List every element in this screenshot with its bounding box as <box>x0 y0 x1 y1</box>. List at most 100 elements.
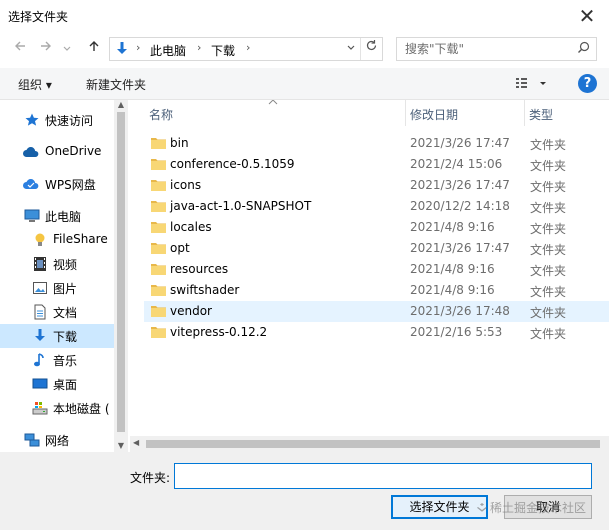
table-row[interactable]: opt 2021/3/26 17:47 文件夹 <box>144 238 609 259</box>
folder-icon <box>151 284 166 296</box>
file-list: 名称 修改日期 类型 bin 2021/3/26 17:47 文件夹 conferen… <box>130 100 609 452</box>
close-icon[interactable]: ✕ <box>575 4 599 28</box>
juejin-logo-icon <box>476 502 488 517</box>
table-row[interactable]: conference-0.5.1059 2021/2/4 15:06 文件夹 <box>144 154 609 175</box>
file-date: 2020/12/2 14:18 <box>410 199 510 213</box>
sidebar-item-quick-access[interactable]: 快速访问 <box>0 108 114 132</box>
table-row[interactable]: icons 2021/3/26 17:47 文件夹 <box>144 175 609 196</box>
sidebar-item-pictures[interactable]: 图片 <box>0 276 114 300</box>
sidebar-scrollbar[interactable]: ▲ ▼ <box>114 100 128 452</box>
breadcrumb-separator: › <box>246 41 251 54</box>
scroll-up-icon[interactable]: ▲ <box>114 100 128 109</box>
sidebar-item-onedrive[interactable]: OneDrive <box>0 140 114 164</box>
breadcrumb-downloads[interactable]: 下载 <box>211 42 235 59</box>
toolbar: 组织 ▾ 新建文件夹 ? <box>0 68 609 100</box>
file-date: 2021/2/16 5:53 <box>410 325 503 339</box>
chevron-down-icon[interactable] <box>60 38 74 60</box>
sidebar-item-videos[interactable]: 视频 <box>0 252 114 276</box>
file-date: 2021/3/26 17:47 <box>410 136 510 150</box>
sidebar-item-music[interactable]: 音乐 <box>0 348 114 372</box>
breadcrumb-separator: › <box>136 41 141 54</box>
sidebar-item-wps-cloud[interactable]: WPS网盘 <box>0 172 114 196</box>
folder-name-input[interactable] <box>174 463 592 489</box>
star-icon <box>24 112 40 128</box>
file-name: conference-0.5.1059 <box>170 157 295 171</box>
title-bar: 选择文件夹 ✕ <box>0 0 609 32</box>
folder-icon <box>151 305 166 317</box>
file-type: 文件夹 <box>530 138 567 152</box>
search-box[interactable] <box>396 37 597 61</box>
file-type: 文件夹 <box>530 327 567 341</box>
select-folder-button[interactable]: 选择文件夹 <box>391 495 488 519</box>
table-row[interactable]: vendor 2021/3/26 17:48 文件夹 <box>144 301 609 322</box>
file-date: 2021/3/26 17:48 <box>410 304 510 318</box>
table-row[interactable]: vitepress-0.12.2 2021/2/16 5:53 文件夹 <box>144 322 609 343</box>
sidebar-item-this-pc[interactable]: 此电脑 <box>0 204 114 228</box>
file-name: icons <box>170 178 202 192</box>
sidebar-item-local-disk[interactable]: 本地磁盘 ( <box>0 396 114 420</box>
scroll-thumb[interactable] <box>117 112 125 432</box>
breadcrumb-this-pc[interactable]: 此电脑 <box>150 42 186 59</box>
file-date: 2021/3/26 17:47 <box>410 178 510 192</box>
folder-icon <box>151 326 166 338</box>
arrow-up-icon[interactable] <box>84 38 104 60</box>
sidebar-item-fileshare[interactable]: FileShare <box>0 228 114 252</box>
file-type: 文件夹 <box>530 180 567 194</box>
folder-icon <box>151 242 166 254</box>
view-list-icon <box>516 78 546 88</box>
file-type: 文件夹 <box>530 285 567 299</box>
view-options-button[interactable] <box>514 74 550 94</box>
film-icon <box>32 256 48 272</box>
sidebar-item-desktop[interactable]: 桌面 <box>0 372 114 396</box>
chevron-down-icon[interactable] <box>346 42 356 55</box>
search-icon[interactable] <box>577 41 590 58</box>
help-icon[interactable]: ? <box>578 74 597 93</box>
navigation-bar: › 此电脑 › 下载 › <box>0 34 609 64</box>
disk-icon <box>32 400 48 416</box>
sort-ascending-icon <box>268 100 278 108</box>
file-type: 文件夹 <box>530 222 567 236</box>
download-icon <box>114 41 130 60</box>
sidebar-item-network[interactable]: 网络 <box>0 428 114 452</box>
arrow-right-icon[interactable] <box>36 38 56 60</box>
refresh-icon[interactable] <box>360 38 382 60</box>
table-row[interactable]: java-act-1.0-SNAPSHOT 2020/12/2 14:18 文件夹 <box>144 196 609 217</box>
scroll-down-icon[interactable]: ▼ <box>114 441 128 450</box>
scroll-left-icon[interactable]: ◀ <box>133 438 139 447</box>
table-row[interactable]: swiftshader 2021/4/8 9:16 文件夹 <box>144 280 609 301</box>
watermark: 稀土掘金技术社区 <box>476 499 586 517</box>
file-name: swiftshader <box>170 283 240 297</box>
file-type: 文件夹 <box>530 243 567 257</box>
cloud-icon <box>22 144 39 160</box>
sidebar-item-documents[interactable]: 文档 <box>0 300 114 324</box>
horizontal-scrollbar[interactable]: ◀ <box>130 436 609 452</box>
column-header-type[interactable]: 类型 <box>525 100 609 126</box>
table-row[interactable]: locales 2021/4/8 9:16 文件夹 <box>144 217 609 238</box>
sidebar-item-downloads[interactable]: 下载 <box>0 324 114 348</box>
breadcrumb-separator: › <box>197 41 202 54</box>
desktop-icon <box>32 376 48 392</box>
table-row[interactable]: bin 2021/3/26 17:47 文件夹 <box>144 133 609 154</box>
window-title: 选择文件夹 <box>8 10 69 24</box>
organize-menu[interactable]: 组织 ▾ <box>18 76 52 93</box>
file-date: 2021/3/26 17:47 <box>410 241 510 255</box>
scroll-thumb[interactable] <box>146 440 600 448</box>
file-date: 2021/4/8 9:16 <box>410 220 495 234</box>
column-header-date[interactable]: 修改日期 <box>406 100 524 126</box>
file-date: 2021/4/8 9:16 <box>410 283 495 297</box>
file-type: 文件夹 <box>530 264 567 278</box>
table-row[interactable]: resources 2021/4/8 9:16 文件夹 <box>144 259 609 280</box>
lightbulb-icon <box>32 232 48 248</box>
arrow-left-icon[interactable] <box>10 38 30 60</box>
file-type: 文件夹 <box>530 159 567 173</box>
file-name: opt <box>170 241 190 255</box>
file-type: 文件夹 <box>530 306 567 320</box>
address-bar[interactable]: › 此电脑 › 下载 › <box>109 37 383 61</box>
file-name: vitepress-0.12.2 <box>170 325 268 339</box>
search-input[interactable] <box>397 38 567 60</box>
folder-icon <box>151 263 166 275</box>
navigation-pane: 快速访问 OneDrive WPS网盘 此电脑 FileShare 视频 图片 … <box>0 100 128 452</box>
document-icon <box>32 304 48 320</box>
column-header-name[interactable]: 名称 <box>130 100 405 126</box>
new-folder-button[interactable]: 新建文件夹 <box>86 76 146 93</box>
